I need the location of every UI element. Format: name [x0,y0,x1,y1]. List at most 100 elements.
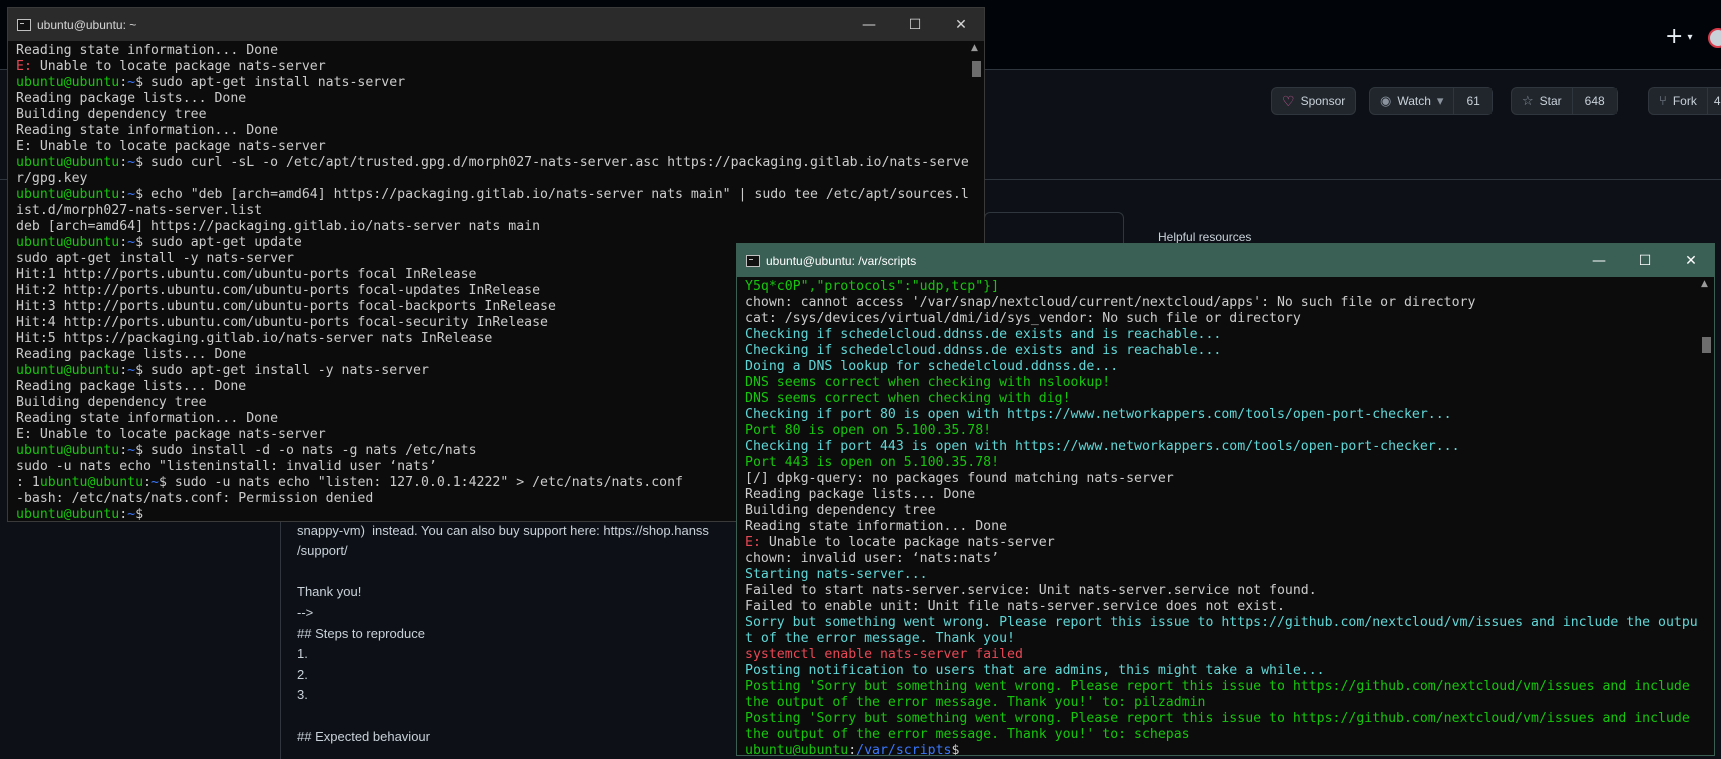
terminal-line: DNS seems correct when checking with dig… [745,391,1698,407]
terminal-line: Posting notification to users that are a… [745,663,1698,679]
maximize-button[interactable]: ☐ [892,8,938,41]
terminal-text: cat: /sys/devices/virtual/dmi/id/sys_ven… [745,311,1301,326]
terminal-text: chown: invalid user: ‘nats:nats’ [745,551,1000,566]
terminal-app-icon [746,254,760,267]
terminal-line: r/gpg.key [16,171,968,187]
terminal-line: the output of the error message. Thank y… [745,727,1698,743]
terminal-text: DNS seems correct when checking with dig… [745,391,1071,406]
terminal-text: ubuntu@ubuntu [16,187,120,202]
terminal-text: $ sudo apt-get update [135,235,302,250]
terminal-text: Failed to enable unit: Unit file nats-se… [745,599,1285,614]
terminal-text: : [848,743,857,755]
terminal-text: E: Unable to locate package nats-server [16,427,326,442]
terminal-line: ubuntu@ubuntu:~$ sudo curl -sL -o /etc/a… [16,155,968,171]
terminal-text: chown: cannot access '/var/snap/nextclou… [745,295,1476,310]
terminal-line: Reading package lists... Done [16,91,968,107]
terminal-text: the output of the error message. Thank y… [745,727,1190,742]
issue-body-editor[interactable]: You can find help debugging your system … [280,500,750,759]
terminal-line: Checking if port 80 is open with https:/… [745,407,1698,423]
terminal-text: : [119,75,128,90]
terminal-text: ~ [127,75,136,90]
terminal-text: deb [arch=amd64] https://packaging.gitla… [16,219,541,234]
terminal-text: $ sudo apt-get install nats-server [135,75,406,90]
terminal-text: r/gpg.key [16,171,88,186]
star-count[interactable]: 648 [1571,88,1617,114]
terminal-text: Reading package lists... Done [745,487,976,502]
eye-icon: ◉ [1380,93,1392,109]
terminal-line: Checking if port 443 is open with https:… [745,439,1698,455]
terminal-line: Failed to start nats-server.service: Uni… [745,583,1698,599]
watch-count[interactable]: 61 [1453,88,1492,114]
terminal-text: Reading state information... Done [16,43,279,58]
minimize-button[interactable]: — [846,8,892,41]
terminal-line: Building dependency tree [16,107,968,123]
scrollbar[interactable]: ▲ [1698,277,1714,755]
editor-line: ## Steps to reproduce [297,625,425,641]
star-icon: ☆ [1522,93,1534,109]
close-button[interactable]: ✕ [938,8,984,41]
minimize-button[interactable]: — [1576,244,1622,277]
terminal-line: ubuntu@ubuntu:~$ sudo apt-get install na… [16,75,968,91]
terminal-text: Port 80 is open on 5.100.35.78! [745,423,992,438]
window-title: ubuntu@ubuntu: ~ [37,17,137,32]
terminal-text: ubuntu@ubuntu [16,507,120,521]
terminal-window-scripts[interactable]: ubuntu@ubuntu: /var/scripts — ☐ ✕ Y5q*c0… [736,243,1715,756]
terminal-text: Reading state information... Done [745,519,1008,534]
scrollbar-thumb[interactable] [1702,337,1711,353]
terminal-text: $ sudo curl -sL -o /etc/apt/trusted.gpg.… [135,155,968,170]
create-new-icon[interactable]: + ▾ [1665,24,1692,49]
terminal-line: Checking if schedelcloud.ddnss.de exists… [745,343,1698,359]
terminal-line: Reading state information... Done [16,43,968,59]
terminal-text: $ [135,507,152,521]
fork-label: Fork [1672,94,1697,108]
watch-button[interactable]: ◉ Watch ▾ 61 [1369,87,1493,115]
terminal-text: : [143,475,151,490]
editor-line: 1. [297,646,308,662]
avatar[interactable] [1708,28,1721,48]
fork-button[interactable]: ⑂ Fork 4 [1648,87,1721,115]
terminal-text: ubuntu@ubuntu [16,75,120,90]
terminal-text: Posting 'Sorry but something went wrong.… [745,711,1690,726]
editor-line: 2. [297,666,308,682]
window-title: ubuntu@ubuntu: /var/scripts [766,253,917,268]
terminal-text: DNS seems correct when checking with nsl… [745,375,1111,390]
terminal-text: ~ [127,187,136,202]
terminal-text: ~ [127,155,136,170]
terminal-text: : [119,235,128,250]
terminal-text: Checking if port 80 is open with https:/… [745,407,1452,422]
terminal-text: ubuntu@ubuntu [16,155,120,170]
terminal-text: Failed to start nats-server.service: Uni… [745,583,1317,598]
fork-count[interactable]: 4 [1706,88,1721,114]
editor-line: snappy-vm) instead. You can also buy sup… [297,522,709,538]
star-button[interactable]: ☆ Star 648 [1511,87,1618,115]
sponsor-button[interactable]: ♡ Sponsor [1271,87,1357,115]
title-bar[interactable]: ubuntu@ubuntu: ~ — ☐ ✕ [8,8,984,41]
terminal-line: Failed to enable unit: Unit file nats-se… [745,599,1698,615]
scroll-up-icon[interactable]: ▲ [971,43,978,53]
scroll-up-icon[interactable]: ▲ [1701,279,1708,289]
terminal-app-icon [17,18,31,31]
terminal-text: Sorry but something went wrong. Please r… [745,615,1698,630]
terminal-text: : [119,507,128,521]
terminal-text: systemctl enable nats-server failed [745,647,1023,662]
terminal-text: Reading package lists... Done [16,347,247,362]
terminal-text: E: [16,59,40,74]
close-button[interactable]: ✕ [1668,244,1714,277]
terminal-text: t of the error message. Thank you! [745,631,1015,646]
terminal-text: Reading state information... Done [16,123,279,138]
terminal-text: sudo -u nats echo "listeninstall: invali… [16,459,437,474]
scrollbar-thumb[interactable] [972,61,981,77]
terminal-line: Building dependency tree [745,503,1698,519]
terminal-output[interactable]: Y5q*c0P","protocols":"udp,tcp"}] chown: c… [737,277,1698,755]
terminal-text: E: Unable to locate package nats-server [16,139,326,154]
terminal-line: Checking if schedelcloud.ddnss.de exists… [745,327,1698,343]
terminal-text: ubuntu@ubuntu [39,475,144,490]
terminal-text: Posting notification to users that are a… [745,663,1325,678]
terminal-line: Port 443 is open on 5.100.35.78! [745,455,1698,471]
terminal-line: Sorry but something went wrong. Please r… [745,615,1698,631]
maximize-button[interactable]: ☐ [1622,244,1668,277]
terminal-text: ubuntu@ubuntu [745,743,849,755]
terminal-text: $ sudo install -d -o nats -g nats /etc/n… [135,443,477,458]
title-bar[interactable]: ubuntu@ubuntu: /var/scripts — ☐ ✕ [737,244,1714,277]
